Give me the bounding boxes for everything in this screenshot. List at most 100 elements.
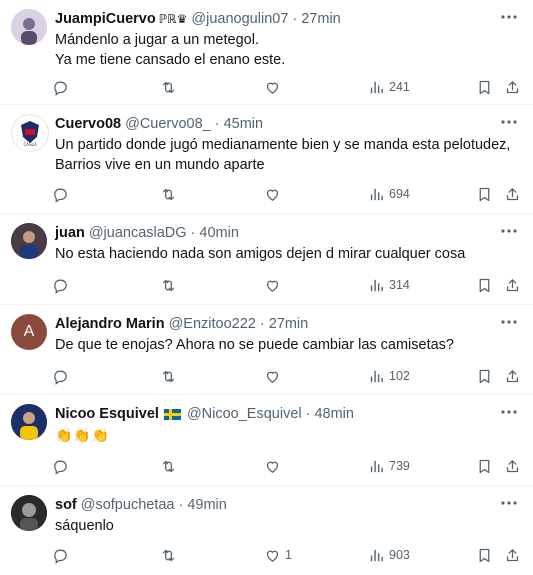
share-icon	[504, 277, 521, 294]
retweet-icon	[160, 547, 177, 564]
views-button[interactable]: 694	[368, 183, 410, 205]
author-name[interactable]: Cuervo08	[55, 116, 121, 132]
author-name[interactable]: sof	[55, 497, 77, 513]
tweet-text: Un partido donde jugó medianamente bien …	[55, 135, 519, 175]
retweet-button[interactable]	[160, 274, 177, 296]
tweet[interactable]: sof @sofpuchetaa · 49min sáquenlo 1 903	[0, 486, 533, 575]
like-icon	[264, 277, 281, 294]
tweet[interactable]: Nicoo Esquivel @Nicoo_Esquivel · 48min 👏…	[0, 395, 533, 486]
tweet[interactable]: JuampiCuervo ℙℝ♛ @juanogulin07 · 27min M…	[0, 0, 533, 105]
tweet-header: Alejandro Marin @Enzitoo222 · 27min	[55, 314, 493, 334]
sweden-flag-icon	[163, 408, 181, 420]
bookmark-icon	[476, 277, 493, 294]
timestamp[interactable]: 49min	[187, 497, 227, 513]
like-icon	[264, 458, 281, 475]
like-button[interactable]	[264, 455, 285, 477]
reply-button[interactable]	[52, 365, 69, 387]
bookmark-button[interactable]	[476, 544, 493, 566]
like-button[interactable]	[264, 365, 285, 387]
author-handle[interactable]: @sofpuchetaa	[81, 497, 175, 513]
tweet-text-line: 👏👏👏	[55, 427, 111, 443]
more-icon[interactable]	[499, 496, 519, 510]
views-button[interactable]: 314	[368, 274, 410, 296]
share-icon	[504, 186, 521, 203]
share-button[interactable]	[504, 455, 521, 477]
timestamp[interactable]: 45min	[224, 116, 264, 132]
more-icon[interactable]	[499, 224, 519, 238]
like-icon	[264, 368, 281, 385]
views-button[interactable]: 241	[368, 76, 410, 98]
bookmark-icon	[476, 186, 493, 203]
action-bar: 694	[52, 183, 523, 205]
retweet-button[interactable]	[160, 544, 177, 566]
author-name[interactable]: Nicoo Esquivel	[55, 406, 159, 422]
like-icon	[264, 547, 281, 564]
author-name[interactable]: JuampiCuervo	[55, 11, 156, 27]
author-handle[interactable]: @juancaslaDG	[89, 225, 187, 241]
views-icon	[368, 368, 385, 385]
share-button[interactable]	[504, 544, 521, 566]
tweet[interactable]: CASLA Cuervo08 @Cuervo08_ · 45min Un par…	[0, 105, 533, 214]
reply-button[interactable]	[52, 455, 69, 477]
timestamp[interactable]: 27min	[269, 316, 309, 332]
avatar[interactable]: A	[11, 314, 47, 350]
reply-button[interactable]	[52, 183, 69, 205]
author-handle[interactable]: @juanogulin07	[191, 11, 288, 27]
bookmark-button[interactable]	[476, 455, 493, 477]
author-handle[interactable]: @Nicoo_Esquivel	[187, 406, 302, 422]
avatar[interactable]	[11, 223, 47, 259]
avatar[interactable]	[11, 9, 47, 45]
more-icon[interactable]	[499, 405, 519, 419]
bookmark-button[interactable]	[476, 76, 493, 98]
retweet-button[interactable]	[160, 455, 177, 477]
views-count: 739	[389, 459, 410, 473]
retweet-icon	[160, 79, 177, 96]
tweet-text: No esta haciendo nada son amigos dejen d…	[55, 244, 519, 264]
more-icon[interactable]	[499, 315, 519, 329]
share-button[interactable]	[504, 274, 521, 296]
views-button[interactable]: 903	[368, 544, 410, 566]
author-name[interactable]: Alejandro Marin	[55, 316, 165, 332]
bookmark-button[interactable]	[476, 365, 493, 387]
reply-button[interactable]	[52, 274, 69, 296]
timestamp[interactable]: 27min	[301, 11, 341, 27]
share-button[interactable]	[504, 365, 521, 387]
tweet-text: 👏👏👏	[55, 425, 519, 445]
author-handle[interactable]: @Cuervo08_	[125, 116, 211, 132]
author-name[interactable]: juan	[55, 225, 85, 241]
avatar[interactable]: CASLA	[11, 114, 49, 152]
share-button[interactable]	[504, 183, 521, 205]
bookmark-icon	[476, 547, 493, 564]
like-button[interactable]	[264, 274, 285, 296]
bookmark-button[interactable]	[476, 183, 493, 205]
like-icon	[264, 186, 281, 203]
reply-button[interactable]	[52, 76, 69, 98]
avatar[interactable]	[11, 495, 47, 531]
tweet-header: juan @juancaslaDG · 40min	[55, 223, 493, 243]
views-button[interactable]: 739	[368, 455, 410, 477]
views-icon	[368, 458, 385, 475]
timestamp[interactable]: 48min	[314, 406, 354, 422]
timestamp[interactable]: 40min	[199, 225, 239, 241]
like-button[interactable]: 1	[264, 544, 292, 566]
like-button[interactable]	[264, 76, 285, 98]
retweet-button[interactable]	[160, 183, 177, 205]
more-icon[interactable]	[499, 115, 519, 129]
retweet-button[interactable]	[160, 365, 177, 387]
tweet-text-line: sáquenlo	[55, 518, 114, 534]
reply-icon	[52, 79, 69, 96]
views-count: 694	[389, 187, 410, 201]
retweet-button[interactable]	[160, 76, 177, 98]
like-button[interactable]	[264, 183, 285, 205]
tweet[interactable]: juan @juancaslaDG · 40min No esta hacien…	[0, 214, 533, 305]
more-icon[interactable]	[499, 10, 519, 24]
bookmark-button[interactable]	[476, 274, 493, 296]
avatar[interactable]	[11, 404, 47, 440]
like-icon	[264, 79, 281, 96]
reply-button[interactable]	[52, 544, 69, 566]
views-button[interactable]: 102	[368, 365, 410, 387]
tweet-text: De que te enojas? Ahora no se puede camb…	[55, 335, 519, 355]
tweet[interactable]: A Alejandro Marin @Enzitoo222 · 27min De…	[0, 305, 533, 395]
share-button[interactable]	[504, 76, 521, 98]
author-handle[interactable]: @Enzitoo222	[169, 316, 256, 332]
